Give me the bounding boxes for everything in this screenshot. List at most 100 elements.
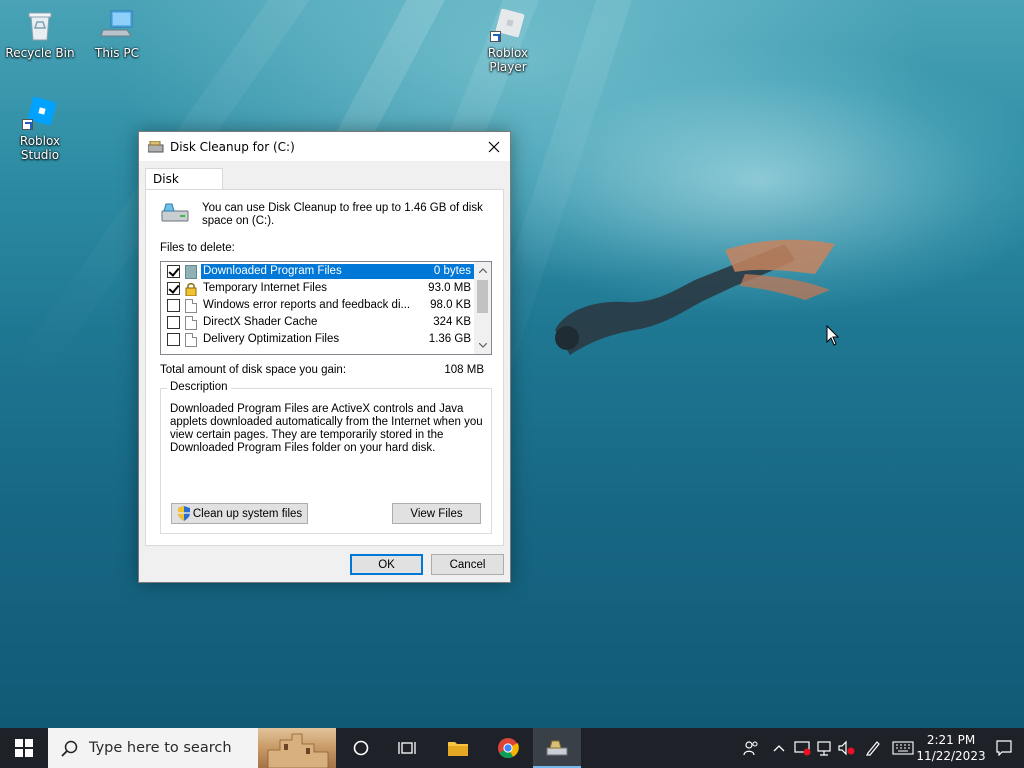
view-files-button[interactable]: View Files <box>392 503 481 524</box>
tab-disk-cleanup[interactable]: Disk Cleanup <box>145 168 223 206</box>
folder-icon <box>448 742 468 756</box>
desktop-icon-roblox-studio[interactable]: Roblox Studio <box>0 96 80 162</box>
roblox-icon <box>490 8 526 42</box>
taskbar: Type here to search 2:21 PM 11/22/2023 <box>0 728 1024 768</box>
disk-cleanup-icon <box>147 140 164 153</box>
cortana-button[interactable] <box>342 728 380 768</box>
checkbox[interactable] <box>167 282 180 295</box>
notification-icon <box>996 740 1012 756</box>
file-size: 93.0 MB <box>428 282 471 294</box>
clock-date: 11/22/2023 <box>916 749 986 763</box>
desktop-icon-recycle-bin[interactable]: Recycle Bin <box>0 8 80 60</box>
desktop-icon-this-pc[interactable]: This PC <box>77 8 157 60</box>
security-status-button[interactable] <box>792 728 814 768</box>
cancel-button[interactable]: Cancel <box>431 554 504 575</box>
search-placeholder: Type here to search <box>89 740 232 756</box>
file-explorer-button[interactable] <box>438 728 478 768</box>
dialog-titlebar[interactable]: Disk Cleanup for (C:) <box>139 132 510 161</box>
clock[interactable]: 2:21 PM 11/22/2023 <box>916 728 986 768</box>
view-files-label: View Files <box>410 507 463 520</box>
list-item[interactable]: Windows error reports and feedback di...… <box>161 297 475 314</box>
ok-button[interactable]: OK <box>350 554 423 575</box>
scroll-down-button[interactable] <box>474 337 491 354</box>
folder-icon <box>185 264 197 279</box>
scroll-up-button[interactable] <box>474 262 491 279</box>
file-name: DirectX Shader Cache <box>203 316 318 328</box>
scroll-thumb[interactable] <box>477 280 488 313</box>
people-button[interactable] <box>736 728 766 768</box>
shortcut-arrow-icon <box>490 31 501 42</box>
desktop-icon-label: Recycle Bin <box>5 46 75 60</box>
chevron-up-icon <box>478 268 487 273</box>
checkbox[interactable] <box>167 316 180 329</box>
list-item[interactable]: DirectX Shader Cache 324 KB <box>161 314 475 331</box>
recycle-bin-icon <box>22 8 58 42</box>
list-item[interactable]: Delivery Optimization Files 1.36 GB <box>161 331 475 348</box>
file-size: 98.0 KB <box>430 299 471 311</box>
disk-cleanup-dialog: Disk Cleanup for (C:) Disk Cleanup You c… <box>138 131 511 583</box>
pen-workspace-button[interactable] <box>858 728 888 768</box>
windows-logo-icon <box>15 739 33 757</box>
chrome-icon <box>498 738 519 759</box>
desktop-icon-label: This PC <box>95 46 139 60</box>
desktop-icon-label: Roblox Studio <box>19 134 61 162</box>
desktop-icon-roblox-player[interactable]: Roblox Player <box>468 8 548 74</box>
search-highlight-image <box>258 728 336 768</box>
show-hidden-icons-button[interactable] <box>766 728 792 768</box>
mouse-cursor-icon <box>826 325 840 346</box>
security-warning-icon <box>794 741 811 756</box>
network-icon <box>817 741 831 756</box>
clock-time: 2:21 PM <box>926 733 976 747</box>
keyboard-icon <box>892 741 914 755</box>
touch-keyboard-button[interactable] <box>888 728 918 768</box>
list-item[interactable]: Temporary Internet Files 93.0 MB <box>161 280 475 297</box>
list-scrollbar[interactable] <box>474 262 491 354</box>
system-tray: 2:21 PM 11/22/2023 <box>736 728 1024 768</box>
checkbox[interactable] <box>167 333 180 346</box>
roblox-studio-icon <box>22 96 58 130</box>
dialog-title: Disk Cleanup for (C:) <box>170 139 295 154</box>
disk-cleanup-icon <box>546 740 568 756</box>
pen-icon <box>866 741 880 756</box>
files-list[interactable]: Downloaded Program Files 0 bytes Tempora… <box>160 261 492 355</box>
task-view-icon <box>398 742 416 754</box>
description-group: Description Downloaded Program Files are… <box>160 381 492 534</box>
action-center-button[interactable] <box>984 728 1024 768</box>
file-name: Delivery Optimization Files <box>203 333 340 345</box>
file-size: 0 bytes <box>413 264 475 279</box>
cortana-circle-icon <box>353 740 369 756</box>
lock-icon <box>185 282 197 296</box>
checkbox[interactable] <box>167 265 180 278</box>
network-button[interactable] <box>814 728 836 768</box>
uac-shield-icon <box>177 506 191 521</box>
tab-page: You can use Disk Cleanup to free up to 1… <box>145 189 504 546</box>
file-size: 1.36 GB <box>428 333 471 345</box>
task-view-button[interactable] <box>388 728 426 768</box>
chevron-down-icon <box>478 343 487 348</box>
drive-cleanup-icon <box>160 202 190 224</box>
checkbox[interactable] <box>167 299 180 312</box>
description-label: Description <box>167 381 231 393</box>
clean-up-system-files-button[interactable]: Clean up system files <box>171 503 308 524</box>
disk-cleanup-taskbar-button[interactable] <box>533 728 581 768</box>
list-item[interactable]: Downloaded Program Files 0 bytes <box>161 263 475 280</box>
document-icon <box>185 315 197 330</box>
document-icon <box>185 332 197 347</box>
taskbar-search-box[interactable]: Type here to search <box>48 728 336 768</box>
clean-up-system-files-label: Clean up system files <box>192 507 303 520</box>
close-icon <box>488 141 500 152</box>
close-button[interactable] <box>478 132 510 161</box>
shortcut-arrow-icon <box>22 119 33 130</box>
volume-button[interactable] <box>836 728 858 768</box>
search-icon <box>61 740 78 757</box>
file-size: 324 KB <box>433 316 471 328</box>
start-button[interactable] <box>0 728 48 768</box>
people-icon <box>743 741 758 756</box>
total-gain-label: Total amount of disk space you gain: <box>160 364 347 376</box>
cancel-label: Cancel <box>449 558 486 571</box>
computer-icon <box>99 8 135 42</box>
document-icon <box>185 298 197 313</box>
chrome-button[interactable] <box>488 728 528 768</box>
files-to-delete-label: Files to delete: <box>160 242 235 254</box>
file-name: Temporary Internet Files <box>203 282 327 294</box>
